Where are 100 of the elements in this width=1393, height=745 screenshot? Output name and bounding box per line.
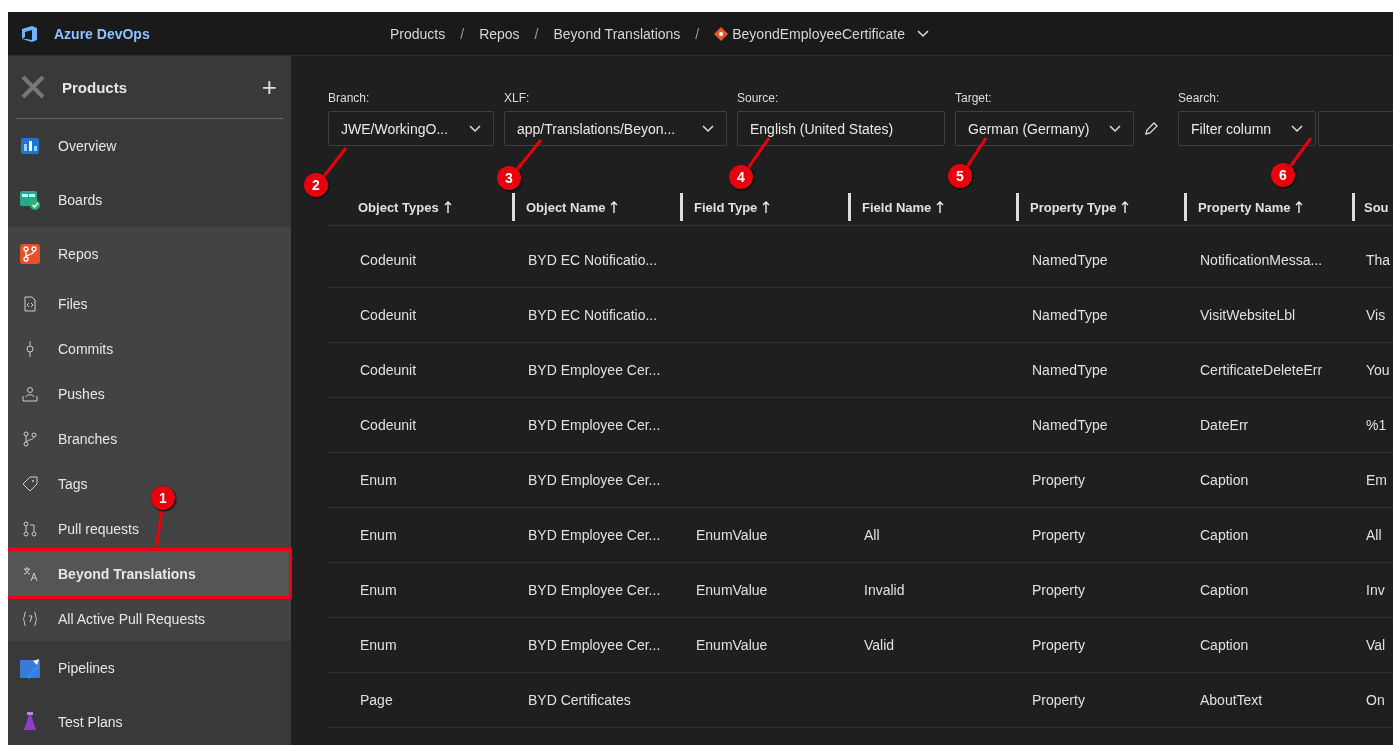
table-cell: Caption (1200, 472, 1249, 488)
table-cell: Valid (864, 637, 895, 653)
filter-label: Branch: (328, 91, 371, 105)
dropdown[interactable]: JWE/WorkingO... (328, 111, 494, 146)
column-header[interactable]: Field Name (862, 199, 932, 215)
table-cell: EnumValue (696, 582, 768, 598)
table-cell: EnumValue (696, 637, 768, 653)
table-cell: BYD Employee Cer... (528, 362, 661, 378)
table-cell: Inv (1366, 582, 1385, 598)
nav-item[interactable]: Overview (8, 119, 129, 173)
boards-icon (19, 189, 41, 211)
breadcrumb-link[interactable]: BeyondEmployeeCertificate (732, 25, 905, 42)
filter-label: Target: (955, 91, 993, 105)
table-cell: On (1366, 692, 1385, 708)
nav-item[interactable]: Test Plans (8, 695, 135, 745)
table-cell: BYD Employee Cer... (528, 527, 661, 543)
table-cell: Property (1032, 637, 1085, 653)
overview-chart-icon (19, 135, 41, 157)
table-cell: Codeunit (360, 362, 417, 378)
table-cell: Caption (1200, 637, 1249, 653)
product-name[interactable]: Azure DevOps (54, 25, 150, 42)
table-cell: BYD Certificates (528, 692, 631, 708)
table-cell: Caption (1200, 582, 1249, 598)
table-cell: Property (1032, 527, 1085, 543)
table-cell: NamedType (1032, 307, 1108, 323)
table-cell: NotificationMessa... (1200, 252, 1323, 268)
nav-item[interactable]: Tags (8, 461, 100, 506)
table-cell: NamedType (1032, 417, 1108, 433)
column-header[interactable]: Property Name (1198, 199, 1291, 215)
table-cell: NamedType (1032, 362, 1108, 378)
step-marker: 3 (497, 166, 521, 190)
table-cell: All (1366, 527, 1382, 543)
push-icon (19, 385, 41, 402)
nav-item[interactable]: Pushes (8, 371, 117, 416)
table-cell: Property (1032, 692, 1085, 708)
search-field[interactable] (1318, 111, 1393, 146)
table-cell: Tha (1366, 252, 1391, 268)
table-cell: Codeunit (360, 252, 417, 268)
nav-item[interactable]: Pipelines (8, 641, 127, 695)
filter-label: XLF: (504, 91, 531, 105)
table-cell: CertificateDeleteErr (1200, 362, 1323, 378)
nav-item[interactable]: Boards (8, 173, 115, 227)
step-marker: 2 (304, 173, 328, 197)
repo-icon (714, 26, 729, 41)
table-cell: %1 (1366, 417, 1387, 433)
column-header[interactable]: Object Name (526, 199, 606, 215)
chevron-down-icon (469, 124, 481, 133)
chevron-down-icon (702, 124, 714, 133)
table-cell: Property (1032, 472, 1085, 488)
filter-label: Search: (1178, 91, 1221, 105)
chevron-down-icon (1291, 124, 1303, 133)
chevron-down-icon (917, 29, 929, 38)
column-header[interactable]: Sou (1364, 199, 1389, 215)
nav-item[interactable]: Repos (8, 227, 111, 281)
table-cell: Val (1366, 637, 1386, 653)
pencil-icon[interactable] (1144, 121, 1158, 136)
table-cell: BYD EC Notificatio... (528, 307, 658, 323)
dropdown[interactable]: app/Translations/Beyon... (504, 111, 727, 146)
table-cell: DateErr (1200, 417, 1249, 433)
filter-label: Source: (737, 91, 780, 105)
breadcrumb-link[interactable]: Beyond Translations (553, 25, 681, 42)
table-cell: Codeunit (360, 307, 417, 323)
table-cell: EnumValue (696, 527, 768, 543)
nav-item[interactable]: Pull requests (8, 506, 151, 551)
table-cell: Page (360, 692, 393, 708)
table-cell: Codeunit (360, 417, 417, 433)
nav-item[interactable]: Branches (8, 416, 130, 461)
table-cell: BYD EC Notificatio... (528, 252, 658, 268)
table-cell: You (1366, 362, 1390, 378)
table-cell: Invalid (864, 582, 905, 598)
breadcrumb-link[interactable]: Products (390, 25, 446, 42)
breadcrumb-separator: / (695, 25, 700, 42)
add-button[interactable]: + (255, 74, 283, 100)
table-cell: Enum (360, 527, 397, 543)
nav-item[interactable]: Commits (8, 326, 126, 371)
step-marker: 6 (1271, 163, 1295, 187)
table-cell: BYD Employee Cer... (528, 472, 661, 488)
column-header[interactable]: Property Type (1030, 199, 1117, 215)
azure-devops-logo-icon (20, 24, 40, 43)
repos-icon (19, 243, 41, 265)
table-cell: BYD Employee Cer... (528, 637, 661, 653)
step-marker: 5 (948, 164, 972, 188)
column-header[interactable]: Field Type (694, 199, 758, 215)
breadcrumb-separator: / (460, 25, 465, 42)
step-marker: 4 (729, 165, 753, 189)
breadcrumb-link[interactable]: Repos (479, 25, 520, 42)
table-cell: BYD Employee Cer... (528, 417, 661, 433)
column-header[interactable]: Object Types (358, 199, 439, 215)
table-cell: Em (1366, 472, 1387, 488)
chevron-down-icon (1109, 124, 1121, 133)
dropdown[interactable]: German (Germany) (955, 111, 1134, 146)
nav-item[interactable]: Beyond Translations (8, 551, 291, 596)
nav-item[interactable]: All Active Pull Requests (8, 596, 218, 641)
input-field[interactable]: English (United States) (737, 111, 945, 146)
dropdown[interactable]: Filter column (1178, 111, 1316, 146)
table-cell: Enum (360, 637, 397, 653)
nav-item[interactable]: Files (8, 281, 100, 326)
table-cell: Enum (360, 582, 397, 598)
project-name: Products (62, 78, 128, 96)
table-cell: Caption (1200, 527, 1249, 543)
